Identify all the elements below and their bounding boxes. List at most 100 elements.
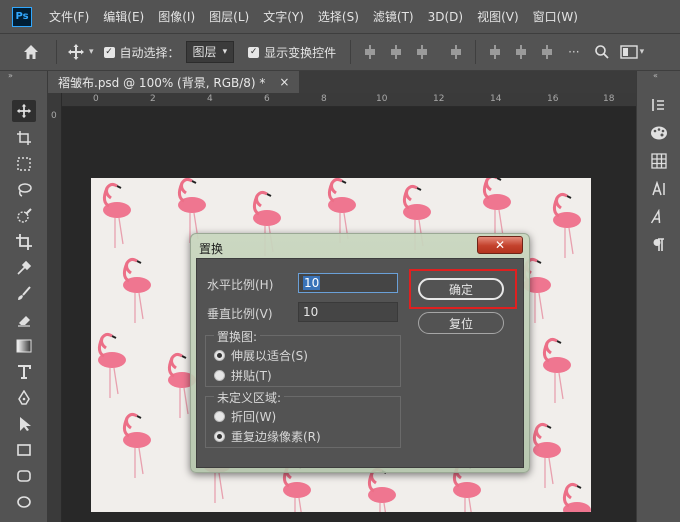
eyedropper-icon	[17, 260, 32, 275]
menu-layer[interactable]: 图层(L)	[202, 8, 256, 25]
tile-radio[interactable]	[214, 370, 225, 381]
ellipse-icon	[17, 496, 31, 508]
lasso-tool-button[interactable]	[12, 179, 36, 201]
stretch-to-fit-radio[interactable]	[214, 350, 225, 361]
auto-select-label: 自动选择：	[119, 45, 180, 60]
menu-window[interactable]: 窗口(W)	[526, 8, 585, 25]
move-tool-icon[interactable]	[67, 43, 85, 61]
type-tool-button[interactable]	[12, 361, 36, 383]
tile-label: 拼贴(T)	[231, 369, 272, 383]
gradient-tool-button[interactable]	[12, 335, 36, 357]
ruler-label: 2	[150, 94, 156, 104]
menu-filter[interactable]: 滤镜(T)	[366, 8, 421, 25]
vertical-scale-label: 垂直比例(V)	[207, 307, 273, 321]
reset-button-label: 复位	[448, 316, 473, 331]
type-icon	[18, 365, 31, 379]
document-tab-title: 褶皱布.psd @ 100% (背景, RGB/8) *	[58, 75, 266, 90]
align-right-icon[interactable]	[415, 45, 429, 59]
search-icon[interactable]	[594, 44, 610, 60]
align-middle-icon[interactable]	[514, 45, 528, 59]
path-select-tool-button[interactable]	[12, 413, 36, 435]
ok-button-highlight	[409, 269, 517, 309]
crop-icon	[16, 234, 32, 250]
artboard-icon	[17, 131, 31, 145]
menu-3d[interactable]: 3D(D)	[421, 10, 470, 24]
menu-view[interactable]: 视图(V)	[470, 8, 526, 25]
ruler-label: 18	[603, 94, 615, 104]
stretch-to-fit-option[interactable]: 伸展以适合(S)	[214, 347, 308, 364]
horizontal-ruler: 0 2 4 6 8 10 12 14 16 18	[62, 93, 636, 107]
vertical-scale-value: 10	[303, 305, 319, 319]
quick-select-tool-button[interactable]	[12, 205, 36, 227]
menu-type[interactable]: 文字(Y)	[256, 8, 311, 25]
character-panel-icon[interactable]	[649, 179, 669, 199]
gradient-icon	[16, 339, 32, 353]
auto-select-target-value: 图层	[192, 45, 217, 59]
vertical-ruler: 0	[48, 93, 62, 522]
align-left-icon[interactable]	[363, 45, 377, 59]
crop-tool-button[interactable]	[12, 231, 36, 253]
paragraph-panel-icon[interactable]	[649, 235, 669, 255]
ruler-label: 10	[376, 94, 388, 104]
wrap-around-option[interactable]: 折回(W)	[214, 408, 276, 425]
distribute-icon[interactable]	[449, 45, 463, 59]
home-icon[interactable]	[22, 43, 40, 61]
show-transform-checkbox[interactable]: ✓	[248, 46, 260, 58]
wrap-around-radio[interactable]	[214, 411, 225, 422]
vertical-scale-input[interactable]: 10	[298, 302, 398, 322]
more-options-icon[interactable]: ···	[568, 45, 579, 59]
close-icon: ✕	[494, 238, 506, 252]
history-panel-icon[interactable]	[649, 95, 669, 115]
pen-tool-button[interactable]	[12, 387, 36, 409]
menu-image[interactable]: 图像(I)	[151, 8, 202, 25]
ellipse-tool-button[interactable]	[12, 491, 36, 513]
align-bottom-icon[interactable]	[540, 45, 554, 59]
swatches-panel-icon[interactable]	[649, 151, 669, 171]
repeat-edge-pixels-option[interactable]: 重复边缘像素(R)	[214, 428, 321, 445]
color-panel-icon[interactable]	[649, 123, 669, 143]
reset-button[interactable]: 复位	[418, 312, 504, 334]
close-icon[interactable]: ×	[279, 75, 289, 89]
wrap-around-label: 折回(W)	[231, 410, 277, 424]
ruler-label: 8	[321, 94, 327, 104]
align-center-icon[interactable]	[389, 45, 403, 59]
eraser-tool-button[interactable]	[12, 309, 36, 331]
document-tab[interactable]: 褶皱布.psd @ 100% (背景, RGB/8) * ×	[48, 71, 300, 93]
artboard-tool-button[interactable]	[12, 127, 36, 149]
auto-select-checkbox[interactable]: ✓	[103, 46, 115, 58]
auto-select-target-dropdown[interactable]: 图层 ▾	[185, 41, 235, 63]
quick-select-icon	[17, 208, 32, 223]
brush-tool-button[interactable]	[12, 283, 36, 305]
chevron-down-icon[interactable]: ▾	[89, 47, 94, 57]
separator	[56, 40, 57, 64]
ruler-label: 0	[93, 94, 99, 104]
lasso-icon	[18, 183, 32, 197]
ruler-label: 0	[51, 111, 57, 121]
panel-expand-icon[interactable]: «	[653, 71, 658, 80]
eyedropper-tool-button[interactable]	[12, 257, 36, 279]
repeat-edge-pixels-radio[interactable]	[214, 431, 225, 442]
separator	[350, 40, 352, 64]
glyphs-panel-icon[interactable]	[649, 207, 669, 227]
move-tool-button[interactable]	[12, 100, 36, 122]
menu-select[interactable]: 选择(S)	[311, 8, 366, 25]
horizontal-scale-input[interactable]: 10	[298, 273, 398, 293]
menu-edit[interactable]: 编辑(E)	[96, 8, 151, 25]
workspace-icon[interactable]	[619, 45, 638, 59]
tile-option[interactable]: 拼贴(T)	[214, 367, 272, 384]
panel-collapse-icon[interactable]: »	[8, 71, 13, 80]
ruler-label: 16	[547, 94, 559, 104]
align-top-icon[interactable]	[488, 45, 502, 59]
stretch-to-fit-label: 伸展以适合(S)	[231, 349, 308, 363]
chevron-down-icon[interactable]: ▾	[640, 47, 645, 57]
photoshop-logo-icon[interactable]: Ps	[12, 6, 32, 27]
close-button[interactable]: ✕	[477, 236, 523, 254]
options-bar: ▾ ✓ 自动选择： 图层 ▾ ✓ 显示变换控件 ··· ▾	[0, 33, 680, 71]
menu-file[interactable]: 文件(F)	[42, 8, 96, 25]
ruler-label: 14	[490, 94, 502, 104]
rectangle-tool-button[interactable]	[12, 439, 36, 461]
marquee-tool-button[interactable]	[12, 153, 36, 175]
rounded-rect-tool-button[interactable]	[12, 465, 36, 487]
horizontal-scale-value: 10	[303, 276, 321, 290]
chevron-down-icon: ▾	[222, 47, 228, 57]
